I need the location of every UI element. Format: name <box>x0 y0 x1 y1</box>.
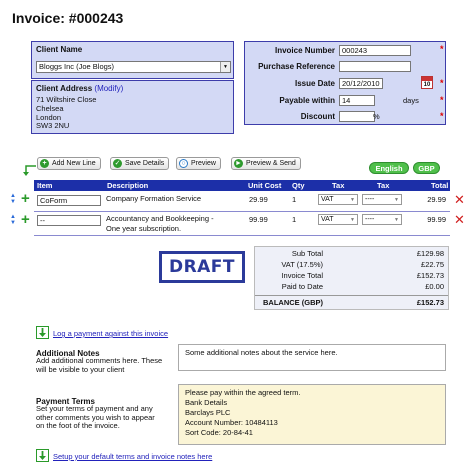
unit-cost-input[interactable]: 29.99 <box>249 195 268 204</box>
payment-terms-help: Set your terms of payment and any other … <box>36 404 155 431</box>
line-total: 29.99 <box>427 195 446 204</box>
insert-line-plus-icon[interactable]: + <box>21 212 30 227</box>
payable-within-label: Payable within <box>279 96 335 105</box>
language-button[interactable]: English <box>369 162 409 174</box>
preview-send-button[interactable]: ► Preview & Send <box>231 157 301 170</box>
delete-line-icon[interactable]: ✕ <box>454 213 465 226</box>
add-new-line-button[interactable]: + Add New Line <box>37 157 101 170</box>
currency-button[interactable]: GBP <box>413 162 440 174</box>
client-address-lines: 71 Wiltshire Close Chelsea London SW3 2N… <box>36 95 96 131</box>
totals-panel: Sub Total £129.98 VAT (17.5%) £22.75 Invoi… <box>254 246 449 310</box>
calendar-day: 10 <box>423 82 431 88</box>
log-payment-link[interactable]: Log a payment against this invoice <box>53 329 168 338</box>
header-qty: Qty <box>292 181 305 190</box>
issue-date-label: Issue Date <box>294 79 335 88</box>
delete-line-icon[interactable]: ✕ <box>454 193 465 206</box>
magnifier-icon: ○ <box>179 159 188 168</box>
save-icon: ✓ <box>113 159 122 168</box>
add-line-arrow-icon <box>22 163 38 177</box>
client-address-panel: Client Address (Modify) 71 Wiltshire Clo… <box>31 80 234 134</box>
header-tax-2: Tax <box>377 181 390 190</box>
header-total: Total <box>431 181 449 190</box>
item-input[interactable]: -- <box>37 215 101 226</box>
unit-cost-input[interactable]: 99.99 <box>249 215 268 224</box>
tax-select-2[interactable]: ---- <box>362 214 402 225</box>
address-modify-link[interactable]: (Modify) <box>94 84 123 93</box>
address-line: SW3 2NU <box>36 121 70 131</box>
client-select-value: Bloggs Inc (Joe Blogs) <box>39 62 115 71</box>
line-total: 99.99 <box>427 215 446 224</box>
required-marker: * <box>440 78 444 88</box>
purchase-reference-input[interactable] <box>339 61 411 72</box>
required-marker: * <box>440 95 444 105</box>
table-row: CoForm Company Formation Service 29.99 1… <box>34 191 450 212</box>
client-name-panel: Client Name Bloggs Inc (Joe Blogs) ▼ <box>31 41 234 79</box>
calendar-icon[interactable]: 10 <box>421 76 433 89</box>
plus-icon: + <box>40 159 49 168</box>
header-unit-cost: Unit Cost <box>248 181 282 190</box>
invoice-number-input[interactable]: 000243 <box>339 45 411 56</box>
header-item: Item <box>37 181 53 190</box>
required-marker: * <box>440 111 444 121</box>
save-details-button[interactable]: ✓ Save Details <box>110 157 170 170</box>
chevron-down-icon: ▼ <box>220 62 230 72</box>
subtotal-row: Sub Total £129.98 <box>291 249 444 258</box>
qty-input[interactable]: 1 <box>292 195 296 204</box>
additional-notes-help: Add additional comments here. These will… <box>36 356 163 374</box>
header-tax: Tax <box>332 181 345 190</box>
preview-button[interactable]: ○ Preview <box>176 157 221 170</box>
tax-select[interactable]: VAT <box>318 194 358 205</box>
download-arrow-icon <box>36 449 49 462</box>
reorder-arrows-icon[interactable]: ▲ ▼ <box>9 193 17 207</box>
vat-row: VAT (17.5%) £22.75 <box>281 260 444 269</box>
discount-input[interactable] <box>339 111 375 122</box>
invoice-details-panel: Invoice Number 000243 * Purchase Referen… <box>244 41 446 125</box>
client-name-label: Client Name <box>36 45 83 54</box>
payment-terms-textarea[interactable]: Please pay within the agreed term. Bank … <box>178 384 446 445</box>
page-title: Invoice: #000243 <box>12 10 124 26</box>
client-address-label: Client Address (Modify) <box>36 84 124 93</box>
issue-date-input[interactable]: 20/12/2010 <box>339 78 383 89</box>
draft-stamp: DRAFT <box>159 251 245 283</box>
reorder-arrows-icon[interactable]: ▲ ▼ <box>9 214 17 228</box>
send-icon: ► <box>234 159 243 168</box>
client-select[interactable]: Bloggs Inc (Joe Blogs) ▼ <box>36 61 231 73</box>
payable-unit: days <box>403 96 419 105</box>
header-description: Description <box>107 181 149 190</box>
download-arrow-icon <box>36 326 49 339</box>
table-row: -- Accountancy and Bookkeeping - One yea… <box>34 212 450 236</box>
setup-defaults-link[interactable]: Setup your default terms and invoice not… <box>53 452 212 461</box>
payable-within-input[interactable]: 14 <box>339 95 375 106</box>
item-input[interactable]: CoForm <box>37 195 101 206</box>
invoice-number-label: Invoice Number <box>274 46 335 55</box>
paid-to-date-row: Paid to Date £0.00 <box>281 282 444 291</box>
description-input[interactable]: Company Formation Service <box>106 194 246 203</box>
tax-select[interactable]: VAT <box>318 214 358 225</box>
tax-select-2[interactable]: ---- <box>362 194 402 205</box>
additional-notes-textarea[interactable]: Some additional notes about the service … <box>178 344 446 371</box>
table-header: Item Description Unit Cost Qty Tax Tax T… <box>34 180 450 191</box>
insert-line-plus-icon[interactable]: + <box>21 191 30 206</box>
balance-row: BALANCE (GBP) £152.73 <box>263 298 444 307</box>
purchase-reference-label: Purchase Reference <box>258 62 335 71</box>
discount-unit: % <box>373 112 380 121</box>
qty-input[interactable]: 1 <box>292 215 296 224</box>
required-marker: * <box>440 44 444 54</box>
description-input[interactable]: Accountancy and Bookkeeping - One year s… <box>106 214 246 233</box>
discount-label: Discount <box>300 112 335 121</box>
invoice-total-row: Invoice Total £152.73 <box>281 271 444 280</box>
